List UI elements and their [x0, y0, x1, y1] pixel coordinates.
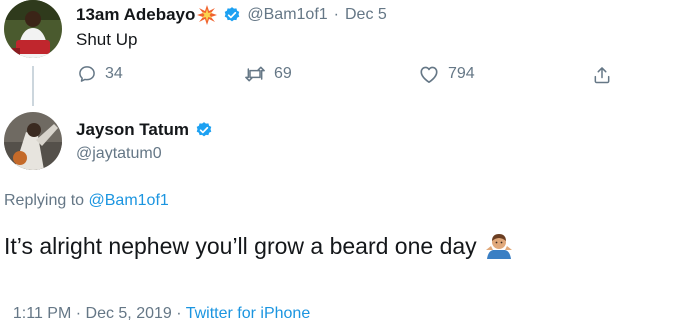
separator: ·	[333, 6, 339, 23]
display-name[interactable]: 13am Adebayo	[76, 5, 195, 25]
man-shrugging-emoji-icon	[485, 234, 512, 259]
tweet-meta: 1:11 PM · Dec 5, 2019 · Twitter for iPho…	[4, 287, 310, 323]
thread-line	[32, 66, 34, 106]
parent-tweet-text: Shut Up	[76, 30, 138, 49]
retweet-count: 69	[274, 65, 292, 82]
reply-tweet-header: Jayson Tatum	[76, 120, 213, 140]
reply-tweet-body: It’s alright nephew you’ll grow a beard …	[4, 232, 513, 260]
verified-icon	[225, 7, 240, 22]
replying-to: Replying to @Bam1of1	[4, 192, 169, 210]
collision-emoji-icon	[197, 5, 218, 25]
retweet-button[interactable]: 69	[244, 64, 292, 84]
replying-to-label: Replying to	[4, 192, 85, 209]
timestamp[interactable]: 1:11 PM · Dec 5, 2019 ·	[13, 305, 186, 322]
avatar[interactable]	[4, 0, 62, 58]
share-button[interactable]	[592, 64, 612, 86]
source-link[interactable]: Twitter for iPhone	[186, 305, 311, 322]
avatar[interactable]	[4, 112, 62, 170]
like-button[interactable]: 794	[418, 64, 475, 84]
handle[interactable]: @jaytatum0	[76, 145, 162, 163]
reply-count: 34	[105, 65, 123, 82]
like-count: 794	[448, 65, 475, 82]
retweet-icon	[245, 66, 265, 82]
avatar-photo	[4, 0, 62, 58]
reply-button[interactable]: 34	[77, 64, 123, 84]
tweet-date[interactable]: Dec 5	[345, 6, 387, 24]
replying-to-handle[interactable]: @Bam1of1	[89, 192, 169, 209]
verified-icon	[196, 122, 212, 137]
handle[interactable]: @Bam1of1	[247, 6, 327, 24]
reply-icon	[79, 66, 95, 82]
parent-tweet-header: 13am Adebayo @Bam1of1 · Dec 5	[76, 5, 387, 25]
display-name[interactable]: Jayson Tatum	[76, 120, 189, 140]
share-icon	[594, 67, 610, 84]
like-icon	[420, 66, 438, 83]
reply-tweet-text: It’s alright nephew you’ll grow a beard …	[4, 232, 477, 259]
avatar-photo	[4, 112, 62, 170]
